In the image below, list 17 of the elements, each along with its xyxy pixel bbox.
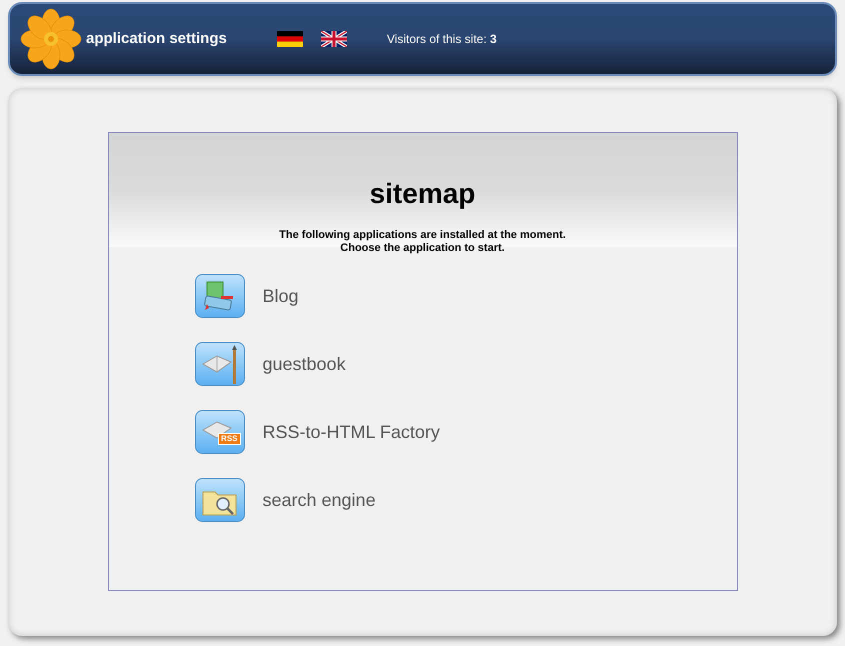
intro-text: The following applications are installed at the moment. [279,229,566,242]
visitor-counter: Visitors of this site: 3 [386,31,497,48]
sitemap-title: sitemap [370,177,476,211]
flower-logo [20,8,82,70]
books-icon[interactable] [194,274,244,318]
intro-text: Choose the application to start. [340,242,505,255]
application-link[interactable]: RSS-to-HTML Factory [262,418,440,446]
application-link[interactable]: Blog [262,282,299,310]
german-flag-icon[interactable] [276,31,303,47]
british-flag-icon[interactable] [320,31,347,47]
rss-badge: RSS [218,433,240,445]
open-book-icon[interactable] [194,342,244,386]
application-link[interactable]: guestbook [262,350,346,378]
open-book-icon[interactable] [194,410,244,454]
folder-magnifier-icon[interactable] [194,478,244,522]
site-title: application settings [86,28,227,49]
application-link[interactable]: search engine [262,486,376,514]
